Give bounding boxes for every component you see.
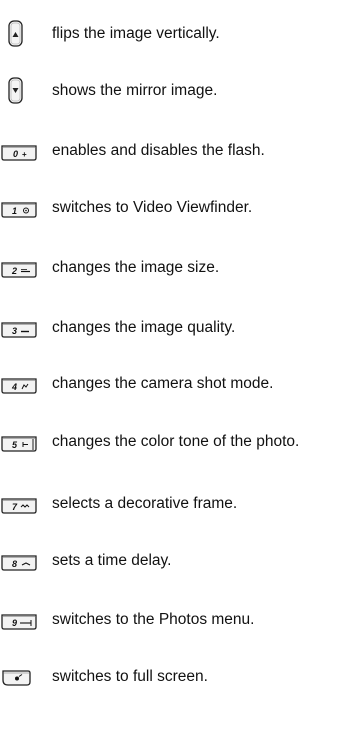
key-3-icon: 3 (0, 313, 40, 343)
item-label: changes the image quality. (52, 319, 236, 336)
list-item: 7 selects a decorative frame. (0, 489, 350, 519)
key-8-icon: 8 (0, 546, 40, 576)
key-number: 9 (12, 618, 17, 628)
list-item: 8 sets a time delay. (0, 546, 350, 576)
key-1-icon: 1 (0, 193, 40, 223)
key-2-icon: 2 (0, 253, 40, 283)
list-item: 4 changes the camera shot mode. (0, 369, 350, 399)
down-arrow-key-icon (0, 76, 40, 106)
item-label: switches to full screen. (52, 668, 208, 685)
list-item: shows the mirror image. (0, 76, 350, 106)
key-4-icon: 4 (0, 369, 40, 399)
item-label: changes the color tone of the photo. (52, 433, 300, 450)
item-label: flips the image vertically. (52, 25, 220, 42)
item-label: switches to the Photos menu. (52, 611, 255, 628)
item-label: sets a time delay. (52, 552, 172, 569)
key-7-icon: 7 (0, 489, 40, 519)
key-number: 4 (11, 382, 17, 392)
key-number: 8 (12, 559, 17, 569)
key-number: 2 (11, 266, 17, 276)
star-key-icon (0, 662, 40, 692)
item-label: changes the image size. (52, 259, 220, 276)
list-item: 5 changes the color tone of the photo. (0, 427, 350, 457)
list-item: 3 changes the image quality. (0, 313, 350, 343)
item-label: changes the camera shot mode. (52, 375, 274, 392)
svg-text:+: + (22, 150, 27, 159)
list-item: 1 switches to Video Viewfinder. (0, 193, 350, 223)
key-number: 0 (13, 149, 18, 159)
item-label: enables and disables the flash. (52, 142, 265, 159)
item-label: selects a decorative frame. (52, 495, 238, 512)
key-0-icon: 0 + (0, 136, 40, 166)
item-label: switches to Video Viewfinder. (52, 199, 253, 216)
key-5-icon: 5 (0, 427, 40, 457)
list-item: 9 switches to the Photos menu. (0, 605, 350, 635)
key-number: 3 (12, 326, 17, 336)
list-item: 0 + enables and disables the flash. (0, 136, 350, 166)
list-item: switches to full screen. (0, 662, 350, 692)
list-item: 2 changes the image size. (0, 253, 350, 283)
key-number: 1 (12, 206, 17, 216)
list-item: flips the image vertically. (0, 19, 350, 49)
up-arrow-key-icon (0, 19, 40, 49)
item-label: shows the mirror image. (52, 82, 218, 99)
key-9-icon: 9 (0, 605, 40, 635)
